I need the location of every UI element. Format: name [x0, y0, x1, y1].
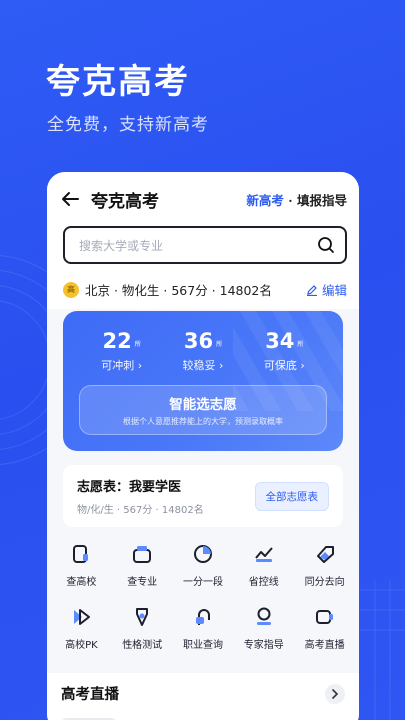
major-icon — [133, 546, 152, 563]
stat-label: 可保底 › — [263, 359, 305, 372]
feature-grid: 查高校 查专业 一分一段 省控线 同分去向 高校PK 性格测试 职业查询 专家指… — [47, 543, 359, 651]
search-input[interactable]: 搜索大学或专业 — [63, 226, 347, 264]
grid-item-control-line[interactable]: 省控线 — [233, 543, 294, 588]
new-gaokao-label: 新高考 — [246, 192, 284, 208]
search-icon[interactable] — [317, 236, 335, 254]
grid-item-school[interactable]: 查高校 — [51, 543, 112, 588]
live-header: 高考直播 — [61, 683, 345, 704]
expert-icon — [256, 607, 271, 625]
top-bar: 夸克高考 新高考 · 填报指导 — [47, 172, 359, 226]
wish-info: 志愿表：我要学医 物/化/生 · 567分 · 14802名 — [77, 476, 255, 516]
recommendation-card: 22 所 可冲刺 › 36 所 较稳妥 › 34 所 可保底 › 智能选志愿 根据个人… — [63, 311, 343, 451]
grid-label: 职业查询 — [182, 640, 223, 651]
app-title: 夸克高考 — [91, 191, 159, 212]
grid-label: 一分一段 — [182, 577, 223, 588]
edit-label: 编辑 — [321, 283, 347, 298]
line-chart-icon — [255, 547, 273, 562]
chevron-right-icon[interactable] — [325, 683, 345, 704]
separator-dot: · — [288, 192, 293, 208]
stat-match[interactable]: 36 所 较稳妥 › — [183, 329, 224, 373]
grid-item-expert[interactable]: 专家指导 — [233, 606, 294, 651]
personality-test-icon — [136, 608, 149, 626]
grid-item-major[interactable]: 查专业 — [112, 543, 173, 588]
grid-label: 查专业 — [127, 577, 158, 588]
wish-subtitle: 物/化/生 · 567分 · 14802名 — [77, 505, 204, 516]
wish-title: 志愿表：我要学医 — [77, 480, 182, 495]
live-video-icon — [315, 610, 333, 624]
smart-select-title: 智能选志愿 — [169, 397, 237, 413]
phone-screen: 夸克高考 新高考 · 填报指导 搜索大学或专业 高 北京 · 物化生 · 567… — [47, 172, 359, 720]
career-icon — [195, 609, 210, 625]
score-section-icon — [193, 545, 212, 563]
grid-item-same-score[interactable]: 同分去向 — [294, 543, 355, 588]
stat-unit: 所 — [297, 341, 304, 348]
smart-select-button[interactable]: 智能选志愿 根据个人意愿推荐能上的大学，预测录取概率 — [79, 385, 327, 435]
stat-value: 34 — [265, 329, 295, 353]
pk-icon — [74, 609, 91, 625]
grid-label: 同分去向 — [304, 577, 345, 588]
stat-unit: 所 — [134, 341, 141, 348]
stat-unit: 所 — [216, 341, 223, 348]
grid-label: 性格测试 — [122, 640, 163, 651]
live-title: 高考直播 — [61, 687, 119, 703]
live-section: 高考直播 — [47, 673, 359, 720]
stat-label: 较稳妥 › — [182, 359, 224, 372]
grid-item-career[interactable]: 职业查询 — [173, 606, 234, 651]
stat-safety[interactable]: 34 所 可保底 › — [264, 329, 305, 373]
stats-row: 22 所 可冲刺 › 36 所 较稳妥 › 34 所 可保底 › — [63, 311, 343, 373]
profile-summary-text: 北京 · 物化生 · 567分 · 14802名 — [85, 283, 272, 298]
grid-label: 省控线 — [248, 577, 279, 588]
smart-select-subtitle: 根据个人意愿推荐能上的大学，预测录取概率 — [123, 417, 283, 426]
stat-label: 可冲刺 › — [101, 359, 143, 372]
fill-guide-label: 填报指导 — [296, 192, 347, 208]
grid-label: 高考直播 — [304, 640, 345, 651]
tag-icon — [316, 546, 334, 563]
wish-list-card[interactable]: 志愿表：我要学医 物/化/生 · 567分 · 14802名 全部志愿表 — [63, 465, 343, 527]
grid-item-live[interactable]: 高考直播 — [294, 606, 355, 651]
profile-summary: 高 北京 · 物化生 · 567分 · 14802名 编辑 — [47, 274, 359, 309]
stat-value: 36 — [183, 329, 214, 353]
grid-item-score-section[interactable]: 一分一段 — [173, 543, 234, 588]
pencil-icon — [306, 284, 317, 296]
school-icon — [73, 545, 89, 563]
profile-badge-icon: 高 — [63, 281, 79, 298]
edit-button[interactable]: 编辑 — [306, 280, 347, 299]
search-placeholder: 搜索大学或专业 — [79, 238, 164, 253]
grid-label: 高校PK — [65, 640, 98, 651]
search-section: 搜索大学或专业 — [47, 226, 359, 274]
hero-title: 夸克高考 — [46, 62, 190, 102]
stat-value: 22 — [102, 329, 132, 353]
grid-item-personality[interactable]: 性格测试 — [112, 606, 173, 651]
back-arrow-icon[interactable] — [61, 189, 81, 209]
hero-subtitle: 全免费，支持新高考 — [47, 115, 209, 135]
stat-reach[interactable]: 22 所 可冲刺 › — [101, 329, 142, 373]
all-wish-lists-button[interactable]: 全部志愿表 — [254, 481, 329, 511]
grid-label: 查高校 — [66, 577, 97, 588]
grid-label: 专家指导 — [243, 640, 284, 651]
fill-guide-link[interactable]: 新高考 · 填报指导 — [246, 190, 347, 209]
grid-item-pk[interactable]: 高校PK — [51, 606, 112, 651]
